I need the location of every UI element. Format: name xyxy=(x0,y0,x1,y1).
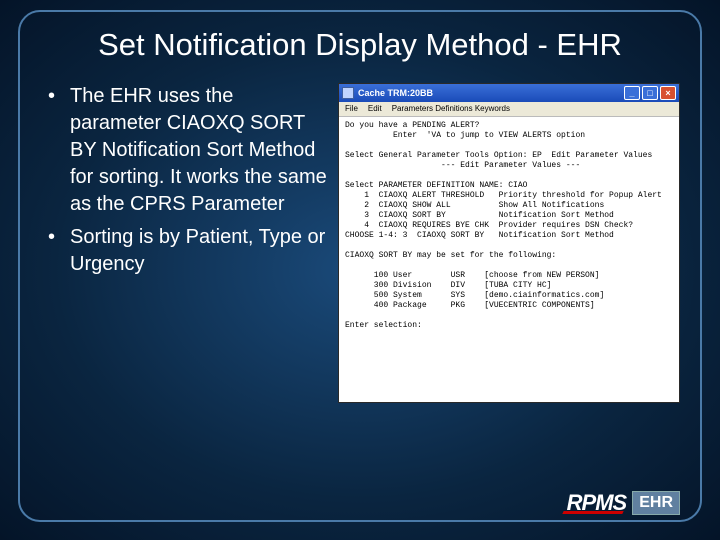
bullet-list: The EHR uses the parameter CIAOXQ SORT B… xyxy=(40,83,330,403)
maximize-button[interactable]: □ xyxy=(642,86,658,100)
close-button[interactable]: × xyxy=(660,86,676,100)
menu-edit[interactable]: Edit xyxy=(368,104,382,114)
menu-file[interactable]: File xyxy=(345,104,358,114)
terminal-body: Do you have a PENDING ALERT? Enter 'VA t… xyxy=(339,117,679,402)
slide-frame: Set Notification Display Method - EHR Th… xyxy=(18,10,702,522)
window-titlebar: Cache TRM:20BB _ □ × xyxy=(339,84,679,102)
slide-title: Set Notification Display Method - EHR xyxy=(20,12,700,73)
ehr-logo-badge: EHR xyxy=(632,491,680,515)
minimize-button[interactable]: _ xyxy=(624,86,640,100)
window-title: Cache TRM:20BB xyxy=(358,88,433,99)
menu-bar: File Edit Parameters Definitions Keyword… xyxy=(339,102,679,117)
footer-logo: RPMS EHR xyxy=(567,490,680,516)
bullet-item: Sorting is by Patient, Type or Urgency xyxy=(40,224,330,278)
logo-swoosh xyxy=(562,511,623,514)
menu-params[interactable]: Parameters Definitions Keywords xyxy=(392,104,510,114)
bullet-item: The EHR uses the parameter CIAOXQ SORT B… xyxy=(40,83,330,218)
app-icon xyxy=(342,87,354,99)
content-row: The EHR uses the parameter CIAOXQ SORT B… xyxy=(20,73,700,403)
terminal-window: Cache TRM:20BB _ □ × File Edit Parameter… xyxy=(338,83,680,403)
